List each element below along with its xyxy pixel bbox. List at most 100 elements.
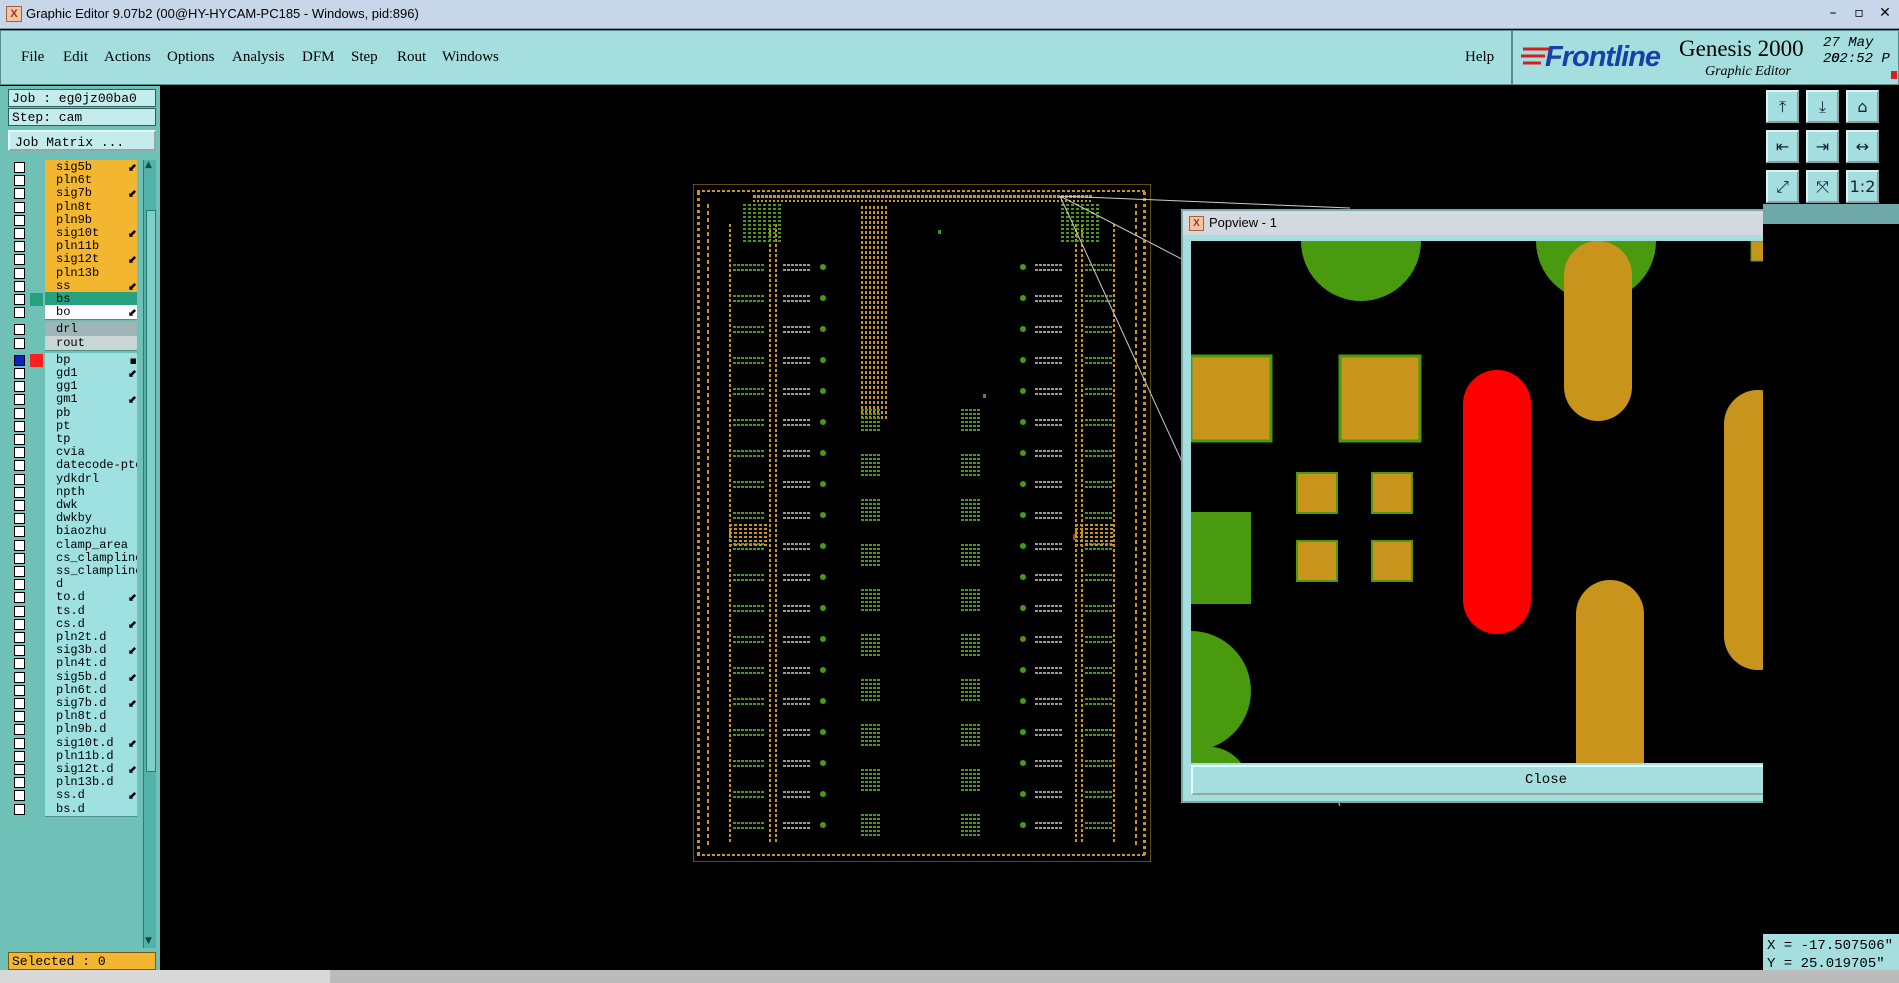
- scroll-down-icon[interactable]: ▼: [145, 936, 152, 946]
- layer-checkbox[interactable]: [14, 381, 25, 393]
- layer-checkbox[interactable]: [14, 698, 25, 709]
- menu-windows[interactable]: Windows: [442, 49, 499, 66]
- toolbar-button[interactable]: ⤢: [1766, 170, 1799, 203]
- menu-analysis[interactable]: Analysis: [232, 49, 285, 66]
- layer-checkbox[interactable]: [14, 632, 25, 643]
- layer-color-swatch: [30, 293, 43, 306]
- layer-checkbox[interactable]: [14, 354, 25, 366]
- layer-checkbox[interactable]: [14, 241, 25, 253]
- selected-count: Selected : 0: [8, 952, 156, 970]
- layer-checkbox[interactable]: [14, 175, 25, 187]
- layer-row[interactable]: bo ⬋: [10, 305, 137, 321]
- frontline-logo-text: Frontline: [1545, 41, 1661, 73]
- layer-checkbox[interactable]: [14, 368, 25, 379]
- layer-checkbox[interactable]: [14, 267, 25, 279]
- layer-checkbox[interactable]: [14, 324, 25, 336]
- layer-name[interactable]: rout: [45, 335, 137, 351]
- menu-help[interactable]: Help: [1465, 49, 1494, 66]
- toolbar-button[interactable]: ⤓: [1806, 90, 1839, 123]
- layer-checkbox[interactable]: [14, 434, 25, 445]
- menu-bar: File Edit Actions Options Analysis DFM S…: [0, 30, 1512, 85]
- layer-checkbox[interactable]: [14, 513, 25, 525]
- maximize-icon[interactable]: ▫: [1848, 3, 1870, 23]
- toolbar-button[interactable]: ⇤: [1766, 130, 1799, 163]
- layer-checkbox[interactable]: [14, 280, 25, 292]
- layer-checkbox[interactable]: [14, 658, 25, 670]
- layer-checkbox[interactable]: [14, 724, 25, 736]
- layer-checkbox[interactable]: [14, 566, 25, 577]
- product-name: Genesis 2000: [1679, 36, 1804, 61]
- layer-checkbox[interactable]: [14, 473, 25, 485]
- product-subtitle: Graphic Editor: [1705, 64, 1791, 79]
- layer-checkbox[interactable]: [14, 605, 25, 617]
- layer-checkbox[interactable]: [14, 526, 25, 538]
- menu-file[interactable]: File: [21, 49, 44, 66]
- menu-options[interactable]: Options: [167, 49, 215, 66]
- layer-checkbox[interactable]: [14, 460, 25, 472]
- window-titlebar: X Graphic Editor 9.07b2 (00@HY-HYCAM-PC1…: [0, 0, 1899, 29]
- close-icon[interactable]: ✕: [1874, 3, 1896, 23]
- layer-checkbox[interactable]: [14, 394, 25, 406]
- toolbar-button[interactable]: ⇥: [1806, 130, 1839, 163]
- layer-flag-icon: ⬋: [127, 306, 137, 320]
- layer-checkbox[interactable]: [14, 407, 25, 419]
- layer-checkbox[interactable]: [14, 711, 25, 723]
- layer-checkbox[interactable]: [14, 671, 25, 683]
- layer-checkbox[interactable]: [14, 539, 25, 551]
- toolbar-button[interactable]: ⤧: [1806, 170, 1839, 203]
- step-label: Step: cam: [8, 108, 156, 126]
- layer-checkbox[interactable]: [14, 790, 25, 802]
- layer-panel: Job : eg0jz00ba0 Step: cam Job Matrix ..…: [0, 86, 160, 983]
- layer-checkbox[interactable]: [14, 337, 25, 349]
- layer-checkbox[interactable]: [14, 500, 25, 511]
- layer-color-swatch: [30, 353, 43, 367]
- toolbar-button[interactable]: ↔: [1846, 130, 1879, 163]
- layer-checkbox[interactable]: [14, 764, 25, 775]
- menu-actions[interactable]: Actions: [104, 49, 151, 66]
- minimize-icon[interactable]: –: [1822, 3, 1844, 23]
- layer-checkbox[interactable]: [14, 579, 25, 591]
- toolbar-button[interactable]: ⌂: [1846, 90, 1879, 123]
- job-matrix-button[interactable]: Job Matrix ...: [8, 130, 156, 151]
- brand-area: Frontline Genesis 2000 Graphic Editor 27…: [1512, 30, 1899, 85]
- layer-checkbox[interactable]: [14, 201, 25, 213]
- toolbar-button[interactable]: ⤒: [1766, 90, 1799, 123]
- time-display: 02:52 P: [1831, 51, 1890, 67]
- layer-row[interactable]: rout: [10, 335, 137, 351]
- alert-indicator: [1891, 71, 1897, 79]
- layer-name[interactable]: bo ⬋: [45, 305, 137, 321]
- menu-dfm[interactable]: DFM: [302, 49, 335, 66]
- layer-checkbox[interactable]: [14, 645, 25, 657]
- layer-checkbox[interactable]: [14, 486, 25, 498]
- layer-row[interactable]: bs.d: [10, 801, 137, 817]
- toolbar-button[interactable]: 1:2: [1846, 170, 1879, 203]
- scroll-thumb[interactable]: [146, 210, 156, 772]
- layer-checkbox[interactable]: [14, 214, 25, 226]
- scroll-up-icon[interactable]: ▲: [145, 160, 152, 170]
- menu-rout[interactable]: Rout: [397, 49, 426, 66]
- menu-edit[interactable]: Edit: [63, 49, 88, 66]
- layer-checkbox[interactable]: [14, 420, 25, 432]
- layer-checkbox[interactable]: [14, 803, 25, 815]
- menu-step[interactable]: Step: [351, 49, 378, 66]
- layer-checkbox[interactable]: [14, 162, 25, 173]
- layer-checkbox[interactable]: [14, 307, 25, 319]
- layer-checkbox[interactable]: [14, 750, 25, 762]
- layer-checkbox[interactable]: [14, 684, 25, 696]
- layer-checkbox[interactable]: [14, 228, 25, 239]
- layer-checkbox[interactable]: [14, 592, 25, 604]
- status-bar: [0, 970, 1899, 983]
- layer-checkbox[interactable]: [14, 552, 25, 564]
- layer-checkbox[interactable]: [14, 447, 25, 459]
- layer-checkbox[interactable]: [14, 254, 25, 266]
- popview-icon: X: [1189, 216, 1204, 231]
- job-label: Job : eg0jz00ba0: [8, 89, 156, 107]
- layer-checkbox[interactable]: [14, 188, 25, 200]
- layer-checkbox[interactable]: [14, 737, 25, 749]
- layer-scrollbar[interactable]: ▲ ▼: [143, 160, 156, 948]
- layer-checkbox[interactable]: [14, 777, 25, 789]
- layer-name[interactable]: bs.d: [45, 801, 137, 817]
- layer-checkbox[interactable]: [14, 618, 25, 630]
- app-icon: X: [6, 6, 22, 22]
- layer-checkbox[interactable]: [14, 294, 25, 305]
